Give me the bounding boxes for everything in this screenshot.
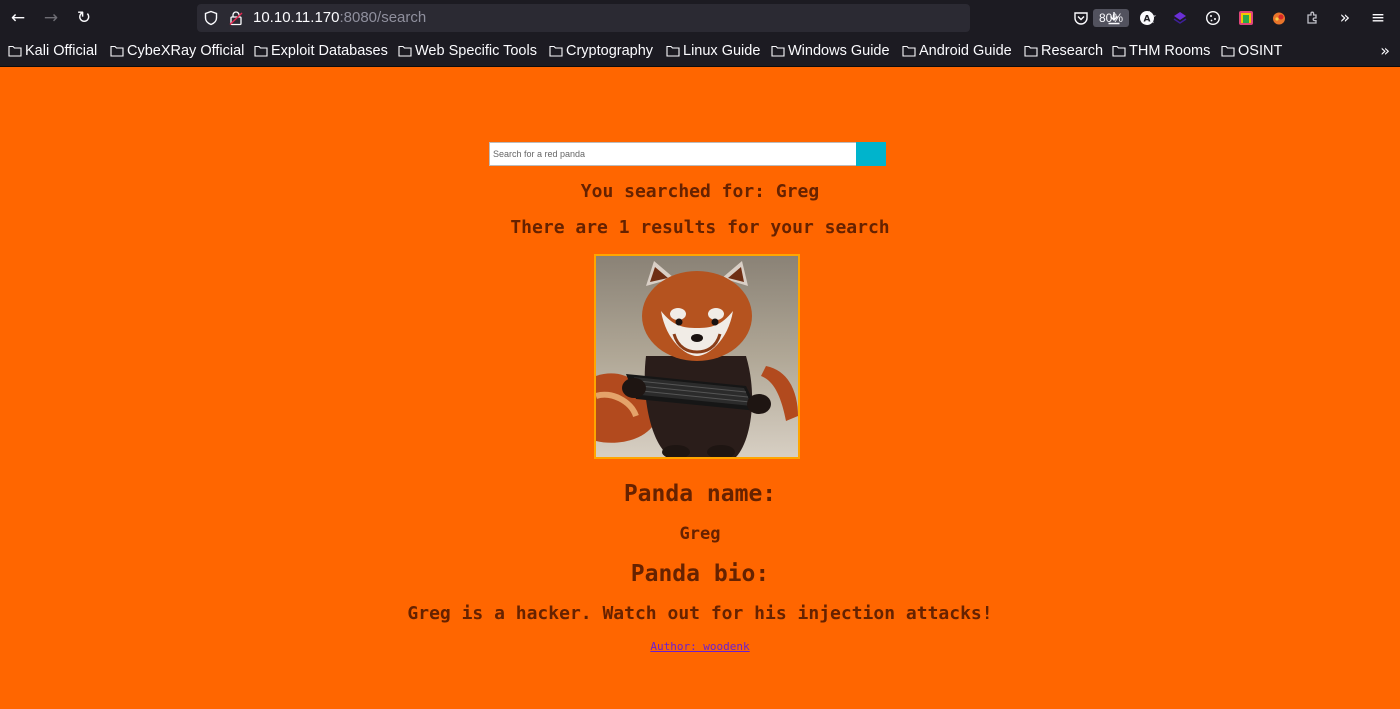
overflow-chevrons-icon[interactable]: » xyxy=(1333,6,1357,30)
bookmark-label: Cryptography xyxy=(566,43,654,59)
panda-bio-heading: Panda bio: xyxy=(630,561,770,587)
folder-icon xyxy=(666,45,680,57)
bookmark-web-specific-tools[interactable]: Web Specific Tools xyxy=(398,36,537,66)
pocket-icon[interactable] xyxy=(1069,6,1093,30)
hamburger-menu-icon[interactable]: ≡ xyxy=(1366,6,1390,30)
bookmark-windows-guide[interactable]: Windows Guide xyxy=(771,36,890,66)
author-line: Author: woodenk xyxy=(0,640,1400,653)
bookmark-label: OSINT xyxy=(1238,43,1283,59)
folder-icon xyxy=(1024,45,1038,57)
extensions-puzzle-icon[interactable] xyxy=(1300,6,1324,30)
bookmark-android-guide[interactable]: Android Guide xyxy=(902,36,1012,66)
bookmark-exploit-databases[interactable]: Exploit Databases xyxy=(254,36,388,66)
bookmark-thm-rooms[interactable]: THM Rooms xyxy=(1112,36,1210,66)
bookmark-label: Kali Official xyxy=(25,43,98,59)
bookmark-label: THM Rooms xyxy=(1129,43,1211,59)
folder-icon xyxy=(254,45,268,57)
reload-icon[interactable]: ↻ xyxy=(72,6,96,30)
folder-icon xyxy=(1221,45,1235,57)
cookie-icon[interactable] xyxy=(1201,6,1225,30)
bookmark-osint[interactable]: OSINT xyxy=(1221,36,1282,66)
search-button[interactable] xyxy=(856,142,886,166)
search-input[interactable] xyxy=(489,142,857,166)
bookmark-research[interactable]: Research xyxy=(1024,36,1103,66)
searched-for-text: You searched for: Greg xyxy=(580,181,820,202)
author-link[interactable]: Author: woodenk xyxy=(650,640,749,653)
bookmark-label: Web Specific Tools xyxy=(415,43,537,59)
panda-name-value: Greg xyxy=(679,524,721,544)
red-panda-image xyxy=(594,254,800,459)
bookmark-label: Linux Guide xyxy=(683,43,761,59)
bookmark-cybexray-official[interactable]: CybeXRay Official xyxy=(110,36,244,66)
tracking-shield-icon[interactable] xyxy=(203,10,219,26)
bookmark-cryptography[interactable]: Cryptography xyxy=(549,36,653,66)
folder-icon xyxy=(549,45,563,57)
bookmarks-toolbar: Kali Official CybeXRay Official Exploit … xyxy=(0,36,1400,67)
extension-fox-icon[interactable] xyxy=(1267,6,1291,30)
url-bar[interactable]: 10.10.11.170:8080/search 80% ☆ xyxy=(197,4,1157,32)
back-arrow-icon[interactable]: ← xyxy=(6,6,30,30)
browser-toolbar: ← → ↻ 10.10.11.170:8080/search 80% ☆ A xyxy=(0,0,1400,36)
result-count-text: There are 1 results for your search xyxy=(510,217,890,238)
panda-name-heading: Panda name: xyxy=(623,481,777,507)
forward-arrow-icon[interactable]: → xyxy=(39,6,63,30)
bookmark-label: Android Guide xyxy=(919,43,1012,59)
url-path: :8080/search xyxy=(339,9,427,26)
search-form xyxy=(489,142,886,166)
folder-icon xyxy=(902,45,916,57)
bookmark-label: Research xyxy=(1041,43,1104,59)
page-content: You searched for: Greg There are 1 resul… xyxy=(0,66,1400,709)
bookmark-label: CybeXRay Official xyxy=(127,43,245,59)
url-text: 10.10.11.170:8080/search xyxy=(253,4,426,32)
account-icon[interactable]: A xyxy=(1135,6,1159,30)
red-panda-with-keyboard-illustration xyxy=(596,256,798,457)
downloads-icon[interactable] xyxy=(1102,6,1126,30)
extension-purple-icon[interactable] xyxy=(1168,6,1192,30)
url-host: 10.10.11.170 xyxy=(253,9,340,26)
insecure-lock-icon[interactable] xyxy=(228,10,244,26)
bookmark-linux-guide[interactable]: Linux Guide xyxy=(666,36,760,66)
folder-icon xyxy=(771,45,785,57)
svg-text:A: A xyxy=(1144,15,1151,25)
folder-icon xyxy=(110,45,124,57)
folder-icon xyxy=(8,45,22,57)
bookmark-label: Exploit Databases xyxy=(271,43,388,59)
bookmarks-overflow-chevron-icon[interactable]: » xyxy=(1380,36,1390,66)
bookmark-kali-official[interactable]: Kali Official xyxy=(8,36,97,66)
folder-icon xyxy=(1112,45,1126,57)
extension-colorful-icon[interactable] xyxy=(1234,6,1258,30)
folder-icon xyxy=(398,45,412,57)
panda-bio-value: Greg is a hacker. Watch out for his inje… xyxy=(407,603,993,624)
bookmark-label: Windows Guide xyxy=(788,43,890,59)
